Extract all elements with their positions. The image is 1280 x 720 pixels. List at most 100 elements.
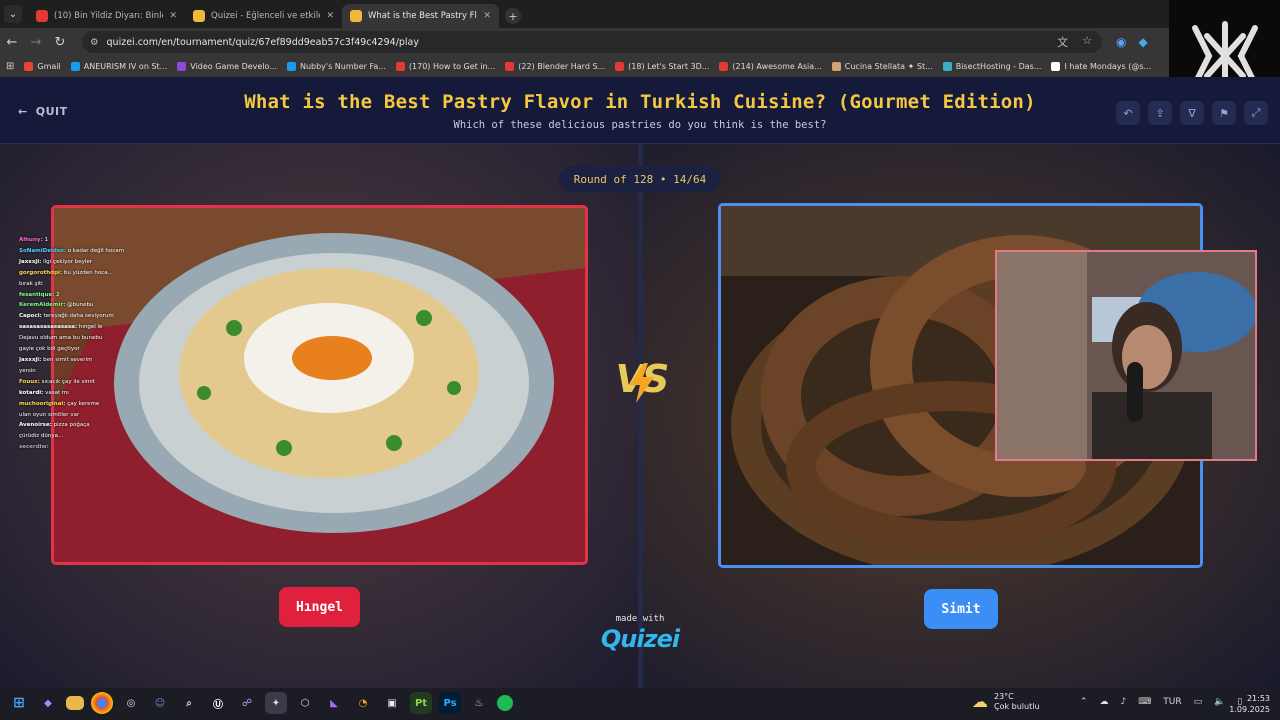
copilot-icon[interactable]: ◆ [37, 692, 59, 714]
language-indicator[interactable]: TUR [1163, 697, 1181, 707]
tab-youtube[interactable]: (10) Bin Yildiz Diyarı: Binlerce Y... ✕ [28, 4, 185, 28]
microphone-icon[interactable]: ♪ [1121, 697, 1127, 707]
undo-button[interactable]: ↶ [1116, 101, 1140, 125]
steam-icon [286, 62, 296, 71]
quizei-icon [350, 10, 362, 22]
translate-icon[interactable]: 文 [1057, 34, 1068, 50]
search-icon[interactable]: ⌕ [178, 692, 200, 714]
blender-icon[interactable]: ◔ [352, 692, 374, 714]
chat-message: Jaxxxji: ben simit severim [19, 356, 93, 363]
chat-message: Alhuny: 1 [19, 237, 48, 243]
volume-icon[interactable]: 🔈 [1214, 697, 1225, 707]
chat-message: kotardi: vasat mı [19, 389, 69, 396]
webcam-overlay [995, 250, 1257, 461]
clock[interactable]: 21:53 1.09.2025 [1226, 693, 1270, 715]
photoshop-icon[interactable]: Ps [439, 692, 461, 714]
chat-message: Fouux: sıcacık çay ile simit [19, 378, 95, 385]
fullscreen-button[interactable]: ⤢ [1244, 101, 1268, 125]
app-icon[interactable]: ✦ [265, 692, 287, 714]
unity-icon[interactable]: ⬡ [294, 692, 316, 714]
new-tab-button[interactable]: + [505, 8, 521, 24]
windows-start-icon[interactable]: ⊞ [8, 692, 30, 714]
chevron-up-icon[interactable]: ⌃ [1080, 697, 1088, 707]
chat-message: Dejavu oldum ama bu bunebu [19, 335, 103, 342]
tab-quizei-home[interactable]: Quizei - Eğlenceli ve etkileşimli... ✕ [185, 4, 342, 28]
youtube-icon [36, 10, 48, 22]
flag-button[interactable]: ⚑ [1212, 101, 1236, 125]
page-title: What is the Best Pastry Flavor in Turkis… [244, 91, 1036, 113]
time: 21:53 [1246, 694, 1270, 703]
chat-message: yersin [19, 367, 36, 374]
screen: ⌄ (10) Bin Yildiz Diyarı: Binlerce Y... … [0, 0, 1280, 720]
chat-message: muchooriginal: çay kereme [19, 400, 100, 407]
chat-message: bırak şiti [19, 280, 43, 287]
bookmark-item[interactable]: BisectHosting - Das... [942, 62, 1041, 71]
site-icon [942, 62, 952, 71]
tab-title: What is the Best Pastry Flavor i... [368, 11, 477, 21]
tab-title: (10) Bin Yildiz Diyarı: Binlerce Y... [54, 11, 163, 21]
quiz-page: ← QUIT What is the Best Pastry Flavor in… [0, 77, 1280, 688]
bookmark-item[interactable]: (18) Let's Start 3D... [615, 62, 709, 71]
bookmarks-bar: ⊞ Gmail ANEURISM IV on St... Video Game … [0, 56, 1280, 77]
forward-icon[interactable]: → [24, 35, 48, 50]
x-icon [1051, 62, 1061, 71]
choice-left-name-button[interactable]: Hıngel [279, 587, 360, 627]
github-icon[interactable]: ☍ [236, 692, 258, 714]
filter-button[interactable]: ∇ [1180, 101, 1204, 125]
bookmark-star-icon[interactable]: ☆ [1082, 34, 1092, 50]
keyboard-icon[interactable]: ⌨ [1138, 697, 1151, 707]
bookmark-item[interactable]: Video Game Develo... [177, 62, 277, 71]
bookmark-item[interactable]: I hate Mondays (@s... [1051, 62, 1151, 71]
youtube-icon [719, 62, 729, 71]
lightning-icon [630, 363, 654, 403]
tab-search-icon[interactable]: ⌄ [4, 5, 22, 23]
site-info-icon[interactable]: ⚙ [90, 37, 99, 48]
weather-desc: Çok bulutlu [994, 702, 1040, 711]
extension-icon[interactable]: ◆ [1138, 35, 1147, 49]
discord-icon[interactable]: ☺ [149, 692, 171, 714]
chat-message: SoNamiDeidso: o kadar değil hocam [19, 247, 125, 254]
quizei-logo[interactable]: Quizei [593, 625, 687, 653]
url-input[interactable]: ⚙ quizei.com/en/tournament/quiz/67ef89dd… [82, 31, 1102, 53]
obs-icon[interactable]: ◎ [120, 692, 142, 714]
reload-icon[interactable]: ↻ [48, 35, 72, 50]
chat-message: Capoci: tereyağlı daha seviyorum [19, 313, 114, 320]
date: 1.09.2025 [1229, 705, 1270, 714]
back-icon[interactable]: ← [0, 35, 24, 50]
gmail-icon [24, 62, 34, 71]
site-icon [831, 62, 841, 71]
bookmark-item[interactable]: Cucina Stellata ✦ St... [831, 62, 933, 71]
steam-icon [70, 62, 80, 71]
app-icon[interactable]: ▣ [381, 692, 403, 714]
pt-icon[interactable]: Pt [410, 692, 432, 714]
spotify-icon[interactable] [497, 695, 513, 711]
close-icon[interactable]: ✕ [483, 11, 491, 21]
bookmark-item[interactable]: (214) Awesome Asia... [719, 62, 822, 71]
round-indicator: Round of 128 • 14/64 [559, 166, 721, 192]
cloud-sync-icon[interactable]: ☁ [1100, 697, 1109, 707]
bookmark-item[interactable]: ANEURISM IV on St... [70, 62, 167, 71]
tab-quiz-active[interactable]: What is the Best Pastry Flavor i... ✕ [342, 4, 499, 28]
close-icon[interactable]: ✕ [169, 11, 177, 21]
close-icon[interactable]: ✕ [326, 11, 334, 21]
network-icon[interactable]: ▭ [1194, 697, 1203, 707]
bookmark-item[interactable]: (170) How to Get in... [395, 62, 495, 71]
bookmark-item[interactable]: (22) Blender Hard S... [505, 62, 605, 71]
quiz-header: ← QUIT What is the Best Pastry Flavor in… [0, 77, 1280, 144]
weather-temp: 23°C [994, 692, 1014, 701]
weather-widget[interactable]: ☁ 23°C Çok bulutlu [972, 692, 1040, 712]
choice-right-name-button[interactable]: Simit [924, 589, 998, 629]
file-explorer-icon[interactable] [66, 696, 84, 710]
unreal-icon[interactable]: Ⓤ [207, 692, 229, 714]
chat-message: KeremAldemir: @bunebu [19, 302, 94, 309]
bookmark-item[interactable]: Nubby's Number Fa... [286, 62, 386, 71]
chrome-icon[interactable] [91, 692, 113, 714]
apps-grid-icon[interactable]: ⊞ [6, 61, 14, 72]
visual-studio-icon[interactable]: ◣ [323, 692, 345, 714]
system-tray: ⌃ ☁ ♪ ⌨ TUR ▭ 🔈 ▯ [1080, 697, 1242, 707]
steam-icon[interactable]: ♨ [468, 692, 490, 714]
extension-icon[interactable]: ◉ [1116, 35, 1126, 49]
url-text: quizei.com/en/tournament/quiz/67ef89dd9e… [106, 36, 420, 48]
bookmark-item[interactable]: Gmail [24, 62, 61, 71]
share-button[interactable]: ⇪ [1148, 101, 1172, 125]
